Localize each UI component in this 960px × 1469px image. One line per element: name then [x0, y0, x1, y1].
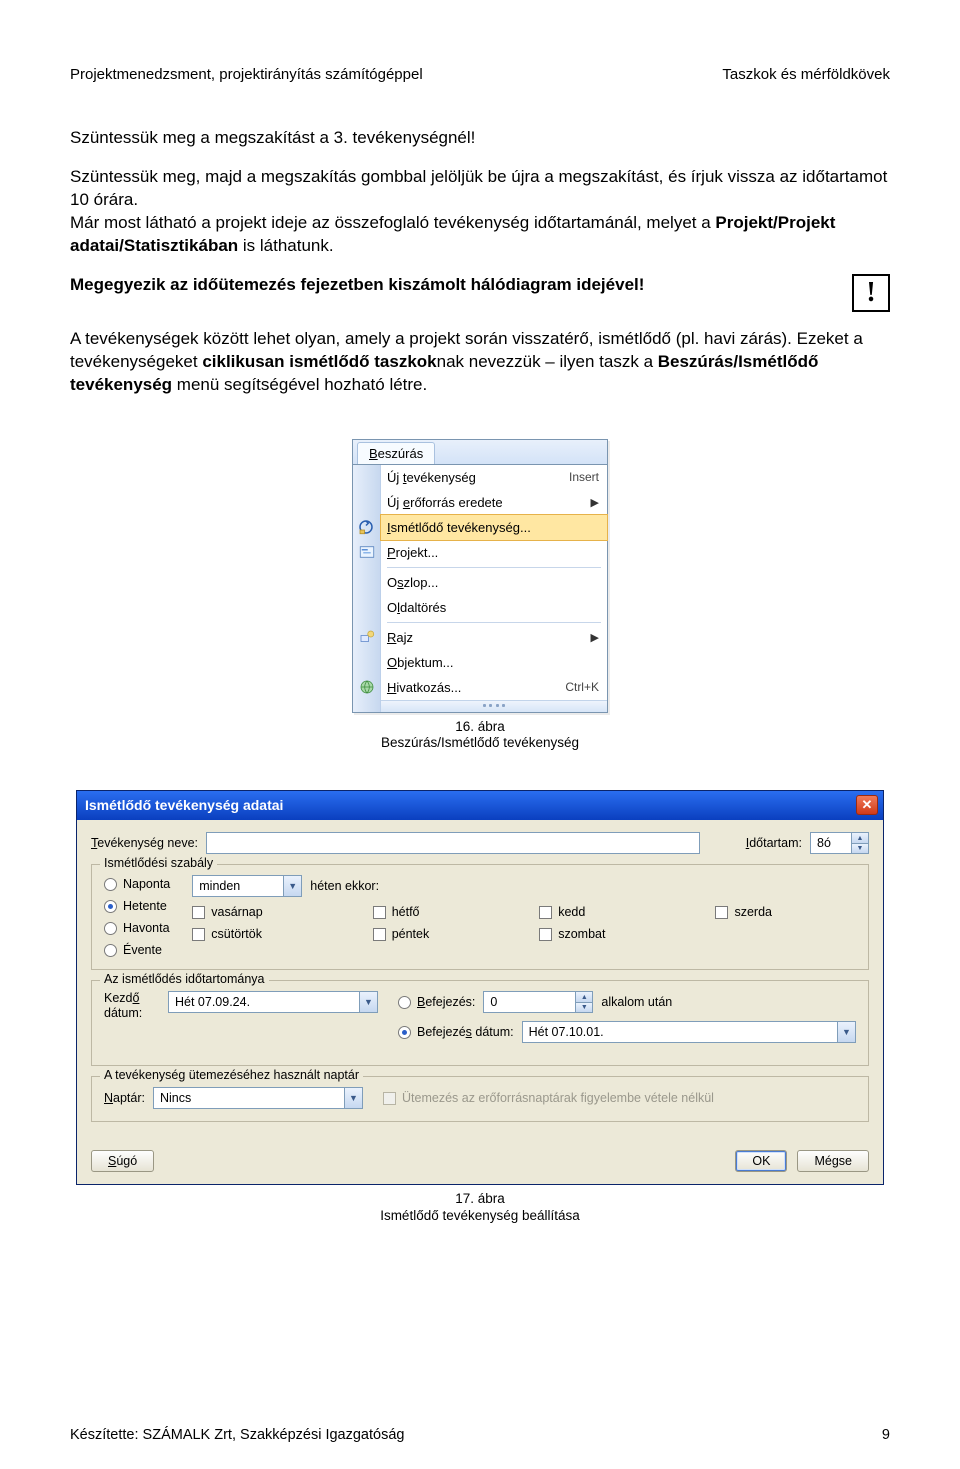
body-paragraph-4: A tevékenységek között lehet olyan, amel… [70, 328, 890, 397]
recurring-task-icon [352, 518, 380, 536]
figure-caption-number: 17. ábra [380, 1191, 580, 1208]
project-icon [353, 543, 381, 561]
every-n-combo[interactable]: minden ▼ [192, 875, 302, 897]
end-after-post-label: alkalom után [601, 995, 672, 1009]
body-paragraph-2: Szüntessük meg, majd a megszakítás gombb… [70, 166, 890, 258]
doc-header-right: Taszkok és mérföldkövek [722, 66, 890, 83]
figure-caption-text: Beszúrás/Ismétlődő tevékenység [381, 735, 579, 752]
ok-button[interactable]: OK [735, 1150, 787, 1172]
chevron-down-icon[interactable]: ▼ [359, 992, 377, 1012]
ignore-resource-cal-checkbox: Ütemezés az erőforrásnaptárak figyelembe… [383, 1091, 714, 1105]
menu-title[interactable]: Beszúrás [357, 442, 435, 464]
close-icon[interactable]: ✕ [856, 795, 878, 815]
task-name-input[interactable] [206, 832, 700, 854]
day-mon-checkbox[interactable]: hétfő [373, 905, 514, 919]
menu-item-column[interactable]: Oszlop... [381, 570, 607, 595]
duration-label: Időtartam: [746, 836, 802, 850]
spinner-down-icon[interactable]: ▼ [852, 843, 868, 854]
calendar-label: Naptár: [104, 1091, 145, 1105]
calendar-combo[interactable]: Nincs ▼ [153, 1087, 363, 1109]
menu-item-new-task[interactable]: Új tevékenység Insert [381, 465, 607, 490]
day-sun-checkbox[interactable]: vasárnap [192, 905, 346, 919]
menu-item-drawing[interactable]: Rajz ▶ [381, 625, 607, 650]
menu-item-new-resource[interactable]: Új erőforrás eredete ▶ [381, 490, 607, 515]
recurrence-legend: Ismétlődési szabály [100, 856, 217, 870]
menu-item-project[interactable]: Projekt... [381, 540, 607, 565]
range-groupbox: Az ismétlődés időtartománya Kezdő dátum:… [91, 980, 869, 1066]
hyperlink-icon [353, 678, 381, 696]
spinner-up-icon[interactable]: ▲ [852, 833, 868, 843]
end-after-spinner[interactable]: 0 ▲▼ [483, 991, 593, 1013]
body-paragraph-3-bold: Megegyezik az időütemezés fejezetben kis… [70, 274, 838, 297]
freq-monthly-radio[interactable]: Havonta [104, 921, 170, 935]
day-wed-checkbox[interactable]: szerda [715, 905, 856, 919]
freq-daily-radio[interactable]: Naponta [104, 877, 170, 891]
menu-shortcut: Insert [569, 470, 599, 484]
end-after-radio[interactable]: Befejezés: [398, 995, 475, 1009]
doc-header-left: Projektmenedzsment, projektirányítás szá… [70, 66, 423, 83]
end-by-radio[interactable]: Befejezés dátum: [398, 1025, 514, 1039]
duration-value: 8ó [811, 833, 851, 853]
insert-menu: Beszúrás Új tevékenység Insert Új erőfor… [352, 439, 608, 713]
duration-spinner[interactable]: 8ó ▲▼ [810, 832, 869, 854]
cancel-button[interactable]: Mégse [797, 1150, 869, 1172]
menu-shortcut: Ctrl+K [565, 680, 599, 694]
recurring-task-dialog: Ismétlődő tevékenység adatai ✕ Tevékenys… [76, 790, 884, 1185]
spinner-up-icon[interactable]: ▲ [576, 992, 592, 1002]
menu-item-object[interactable]: Objektum... [381, 650, 607, 675]
calendar-legend: A tevékenység ütemezéséhez használt napt… [100, 1068, 363, 1082]
chevron-down-icon[interactable]: ▼ [837, 1022, 855, 1042]
help-button[interactable]: Súgó [91, 1150, 154, 1172]
day-fri-checkbox[interactable]: péntek [373, 927, 514, 941]
page-number: 9 [882, 1427, 890, 1443]
body-paragraph-1: Szüntessük meg a megszakítást a 3. tevék… [70, 127, 890, 150]
chevron-down-icon[interactable]: ▼ [344, 1088, 362, 1108]
drawing-icon [353, 628, 381, 646]
dialog-title: Ismétlődő tevékenység adatai [85, 797, 283, 813]
freq-yearly-radio[interactable]: Évente [104, 943, 170, 957]
start-date-label: Kezdő dátum: [104, 991, 160, 1020]
day-thu-checkbox[interactable]: csütörtök [192, 927, 346, 941]
figure-caption-number: 16. ábra [381, 719, 579, 736]
end-by-date-combo[interactable]: Hét 07.10.01. ▼ [522, 1021, 856, 1043]
submenu-arrow-icon: ▶ [591, 631, 599, 644]
submenu-arrow-icon: ▶ [591, 496, 599, 509]
menu-item-page-break[interactable]: Oldaltörés [381, 595, 607, 620]
day-sat-checkbox[interactable]: szombat [539, 927, 689, 941]
menu-item-hyperlink[interactable]: Hivatkozás... Ctrl+K [381, 675, 607, 700]
doc-footer-left: Készítette: SZÁMALK Zrt, Szakképzési Iga… [70, 1427, 404, 1443]
menu-item-recurring-task[interactable]: Ismétlődő tevékenység... [381, 515, 607, 540]
day-tue-checkbox[interactable]: kedd [539, 905, 689, 919]
start-date-combo[interactable]: Hét 07.09.24. ▼ [168, 991, 378, 1013]
spinner-down-icon[interactable]: ▼ [576, 1002, 592, 1013]
freq-weekly-radio[interactable]: Hetente [104, 899, 170, 913]
important-icon: ! [852, 274, 890, 312]
chevron-down-icon[interactable]: ▼ [283, 876, 301, 896]
figure-caption-text: Ismétlődő tevékenység beállítása [380, 1208, 580, 1225]
calendar-groupbox: A tevékenység ütemezéséhez használt napt… [91, 1076, 869, 1122]
every-post-label: héten ekkor: [310, 879, 379, 893]
task-name-label: Tevékenység neve: [91, 836, 198, 850]
range-legend: Az ismétlődés időtartománya [100, 972, 269, 986]
recurrence-groupbox: Ismétlődési szabály Naponta Hetente Havo… [91, 864, 869, 970]
